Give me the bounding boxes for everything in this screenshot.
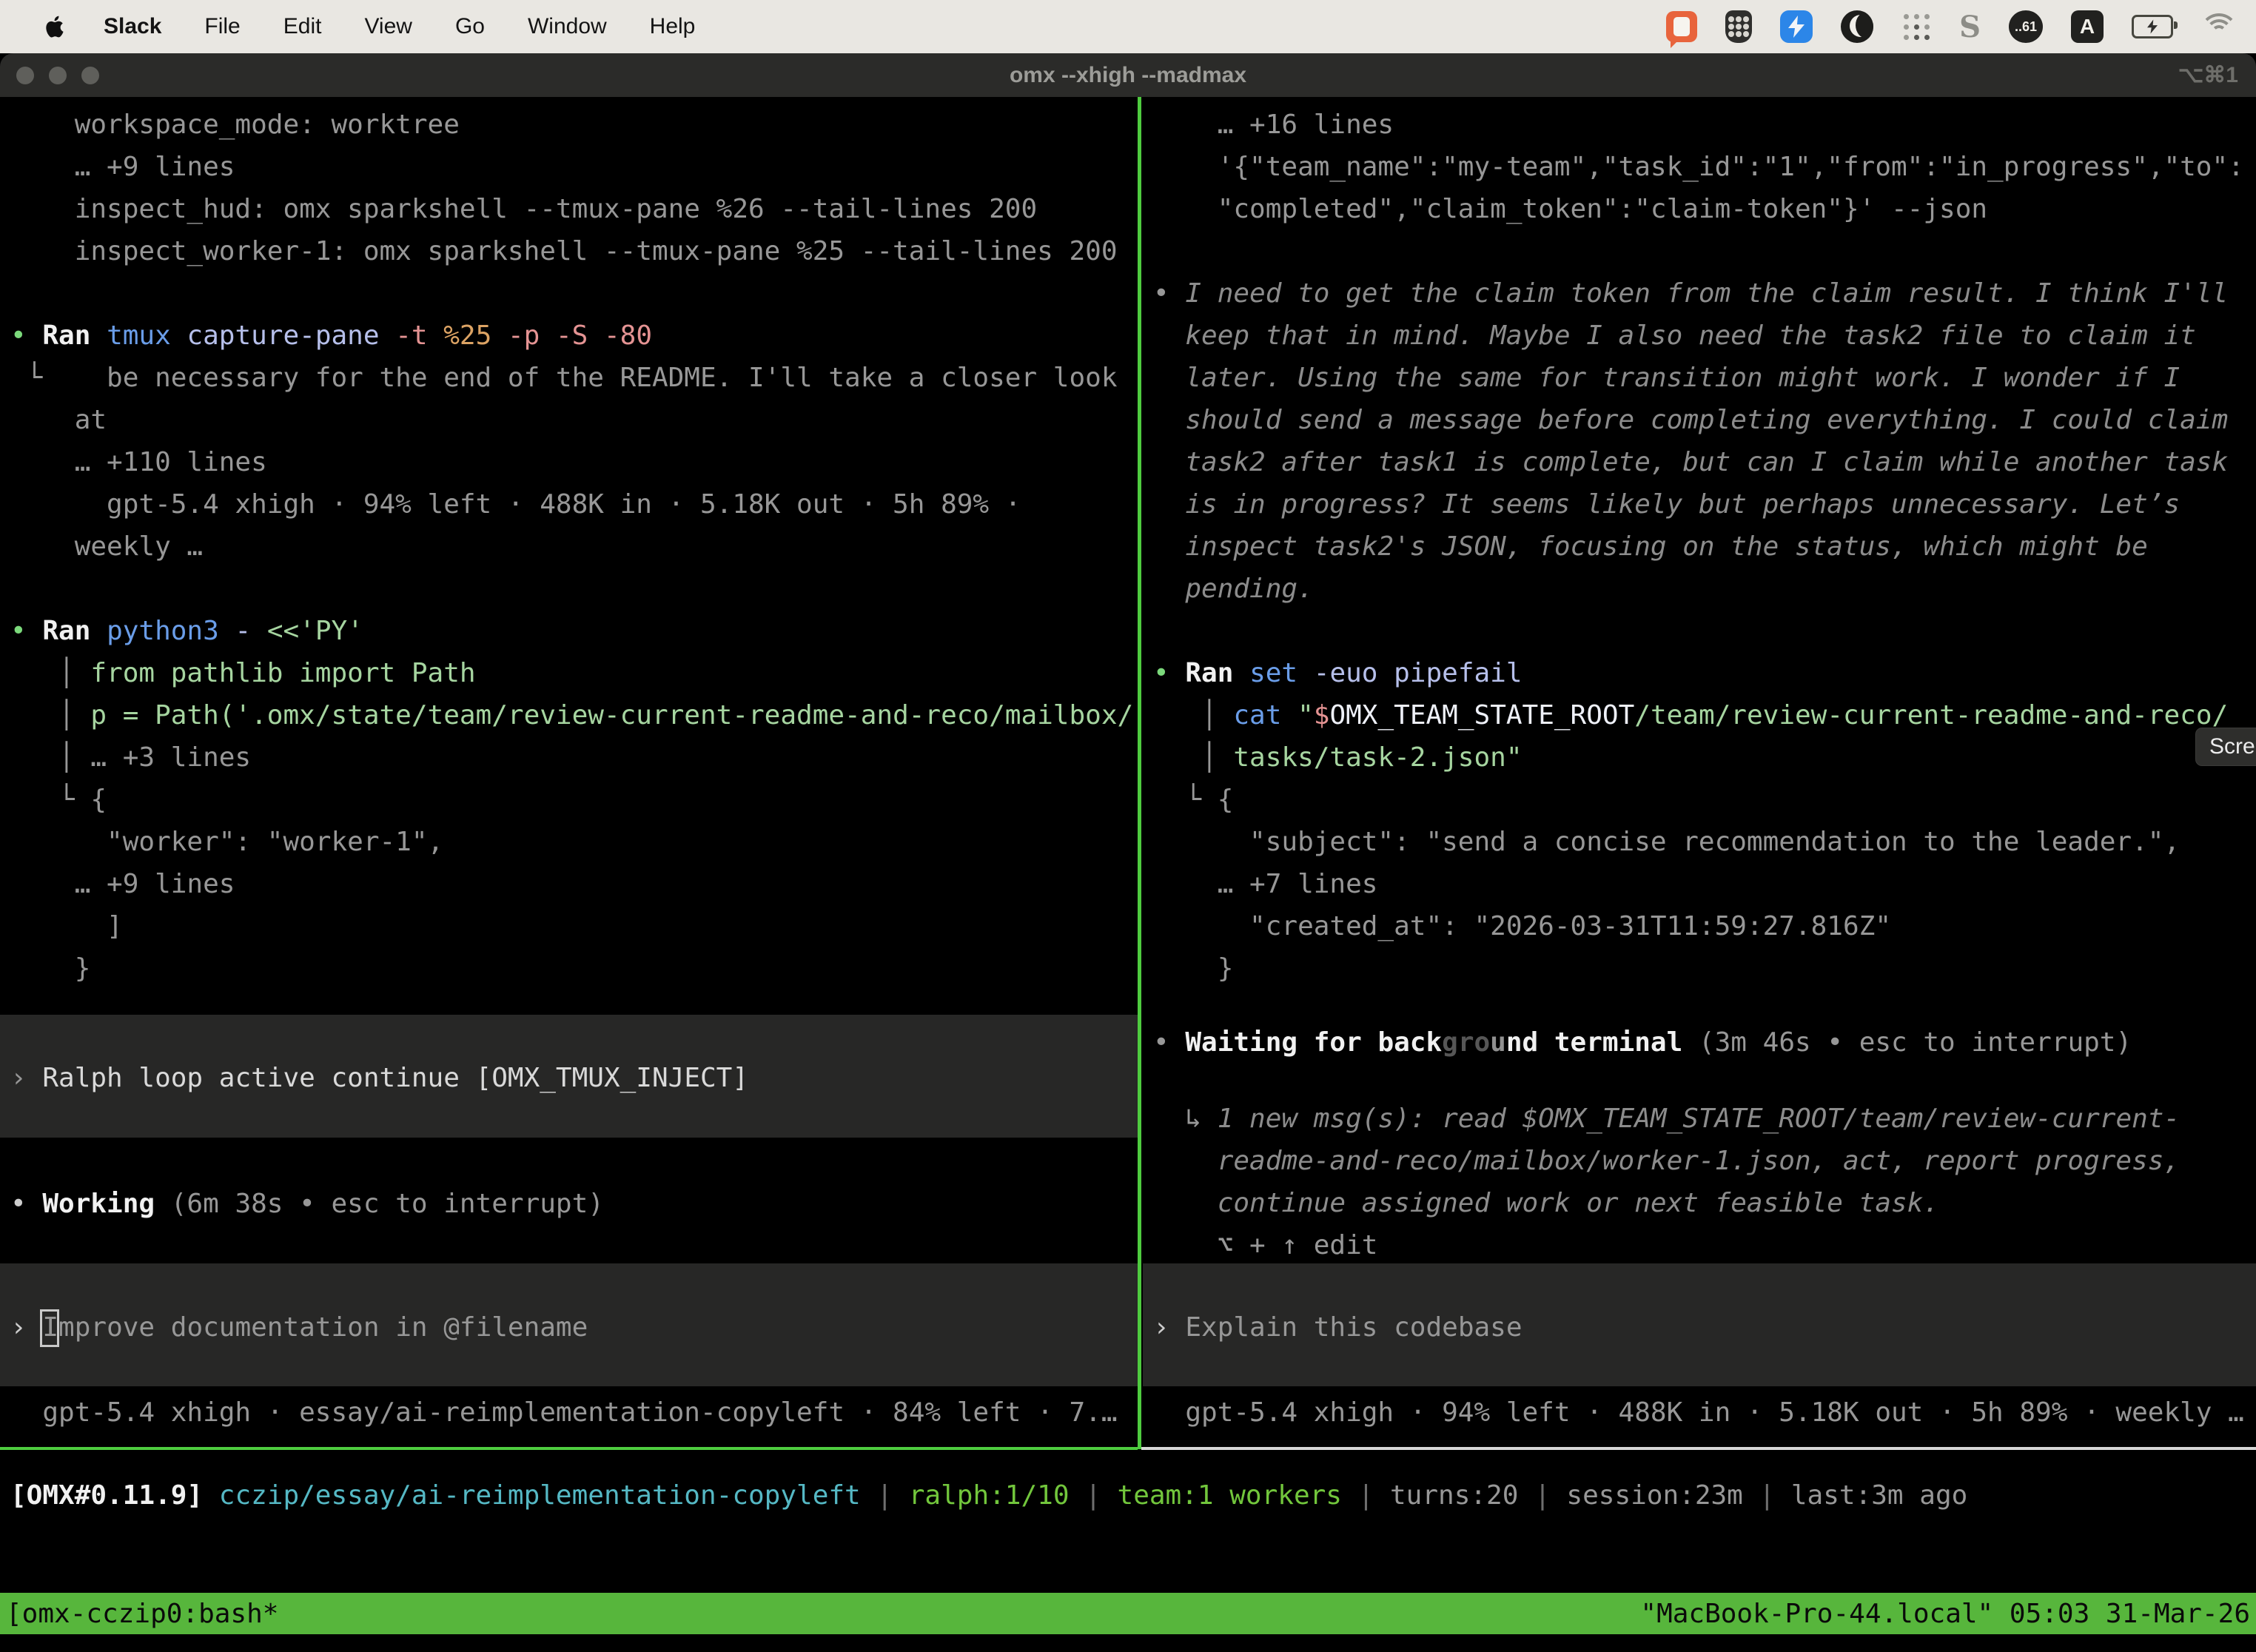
text-segment: turns:20 xyxy=(1390,1480,1518,1511)
text-segment: cczip/essay/ai-reimplementation-copyleft xyxy=(219,1480,861,1511)
text-segment: last:3m ago xyxy=(1791,1480,1967,1511)
left-pane-bottom-border xyxy=(0,1447,1138,1450)
menu-status-icons: S ..61 A xyxy=(1666,10,2256,44)
percent-badge-icon[interactable]: ..61 xyxy=(2009,10,2043,43)
menu-item-file[interactable]: File xyxy=(204,14,240,39)
tmux-status-bar: [omx-cczip0:bash* "MacBook-Pro-44.local"… xyxy=(0,1593,2256,1634)
crescent-circle-icon[interactable] xyxy=(1841,10,1873,43)
menu-item-view[interactable]: View xyxy=(364,14,412,39)
battery-icon[interactable] xyxy=(2132,15,2173,38)
s-curve-icon[interactable]: S xyxy=(1959,10,1981,44)
pane-divider[interactable] xyxy=(1138,97,1141,1449)
menu-item-window[interactable]: Window xyxy=(528,14,607,39)
chat-bubble-icon[interactable] xyxy=(1666,11,1697,42)
shield-grid-icon[interactable] xyxy=(1725,10,1752,43)
percent-badge-text: ..61 xyxy=(2015,19,2037,35)
text-segment: ralph:1/10 xyxy=(909,1480,1070,1511)
dot-grid-icon[interactable] xyxy=(1901,12,1931,41)
terminal-line: [OMX#0.11.9] cczip/essay/ai-reimplementa… xyxy=(0,1474,2256,1517)
input-source-icon[interactable]: A xyxy=(2071,10,2104,43)
tmux-session-label: [omx-cczip0:bash* xyxy=(6,1599,278,1629)
text-segment: | xyxy=(1070,1480,1118,1511)
tooltip-text: Scre xyxy=(2209,734,2255,759)
menu-item-app[interactable]: Slack xyxy=(104,14,161,39)
window-titlebar[interactable]: omx --xhigh --madmax ⌥⌘1 xyxy=(0,53,2256,97)
menu-item-edit[interactable]: Edit xyxy=(283,14,322,39)
terminal-content[interactable]: workspace_mode: worktree … +9 lines insp… xyxy=(0,0,2256,1652)
text-segment: [OMX#0.11.9] xyxy=(10,1480,219,1511)
window-title: omx --xhigh --madmax xyxy=(0,63,2256,88)
tmux-host-clock: "MacBook-Pro-44.local" 05:03 31-Mar-26 xyxy=(1640,1599,2250,1629)
apple-menu-icon[interactable] xyxy=(43,12,68,41)
lightning-hexagon-icon[interactable] xyxy=(1780,10,1813,43)
text-segment: team:1 workers xyxy=(1118,1480,1342,1511)
right-pane-bottom-border xyxy=(1141,1447,2256,1450)
menu-item-help[interactable]: Help xyxy=(650,14,696,39)
text-segment: | xyxy=(1743,1480,1791,1511)
text-segment: | xyxy=(1518,1480,1566,1511)
terminal-window: workspace_mode: worktree … +9 lines insp… xyxy=(0,0,2256,1652)
wifi-icon[interactable] xyxy=(2201,12,2237,41)
menu-item-go[interactable]: Go xyxy=(455,14,485,39)
menu-bar: Slack File Edit View Go Window Help S ..… xyxy=(0,0,2256,53)
text-segment: | xyxy=(1342,1480,1390,1511)
screenshot-tooltip: Scre xyxy=(2195,728,2256,766)
text-segment: session:23m xyxy=(1566,1480,1742,1511)
text-segment: | xyxy=(861,1480,909,1511)
pane-footer[interactable]: [OMX#0.11.9] cczip/essay/ai-reimplementa… xyxy=(0,0,2256,1652)
input-source-letter: A xyxy=(2080,15,2095,38)
